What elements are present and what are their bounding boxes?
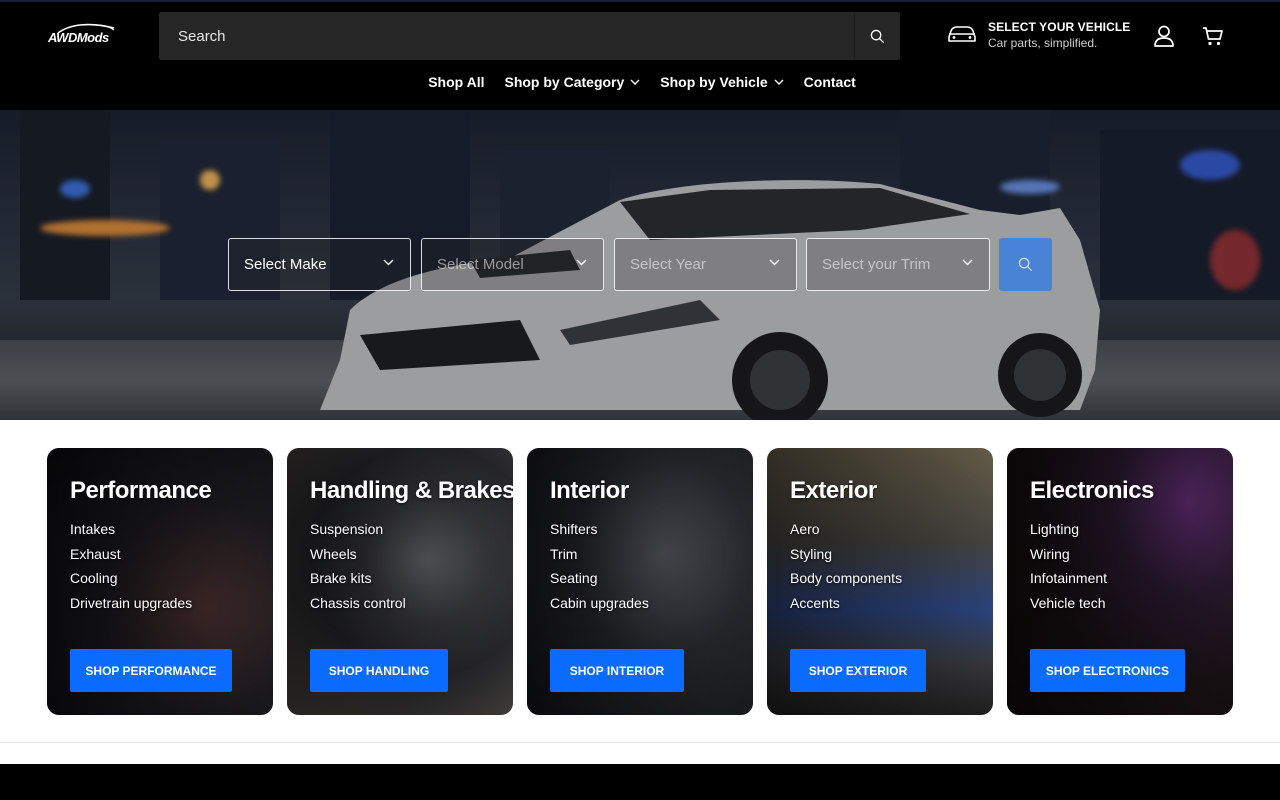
search-icon (870, 29, 885, 43)
card-list-item[interactable]: Brake kits (310, 569, 406, 594)
shop-performance-button[interactable]: SHOP PERFORMANCE (70, 649, 232, 692)
search-icon (1018, 257, 1033, 272)
card-list-item[interactable]: Styling (790, 545, 902, 570)
category-card-interior[interactable]: Interior Shifters Trim Seating Cabin upg… (527, 448, 753, 715)
card-list-item[interactable]: Suspension (310, 520, 406, 545)
card-list: Lighting Wiring Infotainment Vehicle tec… (1030, 520, 1107, 618)
card-list-item[interactable]: Drivetrain upgrades (70, 594, 192, 619)
card-list-item[interactable]: Body components (790, 569, 902, 594)
card-list-item[interactable]: Wheels (310, 545, 406, 570)
nav-shop-by-vehicle[interactable]: Shop by Vehicle (650, 70, 793, 94)
search-input[interactable] (159, 12, 849, 60)
card-title: Electronics (1030, 477, 1154, 504)
section-divider (0, 742, 1280, 743)
nav-contact[interactable]: Contact (794, 70, 866, 94)
nav-shop-all-label: Shop All (428, 74, 485, 90)
chevron-down-icon (383, 259, 394, 266)
category-card-electronics[interactable]: Electronics Lighting Wiring Infotainment… (1007, 448, 1233, 715)
select-trim[interactable]: Select your Trim (806, 238, 990, 291)
card-list-item[interactable]: Infotainment (1030, 569, 1107, 594)
shop-handling-button[interactable]: SHOP HANDLING (310, 649, 448, 692)
card-list-item[interactable]: Aero (790, 520, 902, 545)
select-vehicle-title: SELECT YOUR VEHICLE (988, 20, 1131, 34)
select-model[interactable]: Select Model (421, 238, 604, 291)
nav-contact-label: Contact (803, 74, 856, 90)
cart-icon[interactable] (1201, 24, 1225, 48)
chevron-down-icon (774, 79, 784, 85)
brand-logo[interactable]: AWDMods (48, 23, 120, 46)
card-list-item[interactable]: Intakes (70, 520, 192, 545)
select-vehicle-widget[interactable]: SELECT YOUR VEHICLE Car parts, simplifie… (946, 19, 1130, 53)
select-year[interactable]: Select Year (614, 238, 797, 291)
card-list-item[interactable]: Seating (550, 569, 649, 594)
select-year-label: Select Year (630, 256, 706, 273)
chevron-down-icon (769, 259, 780, 266)
chevron-down-icon (630, 79, 640, 85)
nav-shop-by-vehicle-label: Shop by Vehicle (660, 74, 768, 90)
card-list-item[interactable]: Chassis control (310, 594, 406, 619)
main-nav: Shop All Shop by Category Shop by Vehicl… (0, 70, 1280, 94)
card-list-item[interactable]: Lighting (1030, 520, 1107, 545)
card-list: Aero Styling Body components Accents (790, 520, 902, 618)
card-title: Interior (550, 477, 629, 504)
select-make[interactable]: Select Make (228, 238, 411, 291)
select-vehicle-subtitle: Car parts, simplified. (988, 36, 1098, 50)
logo-text: AWDMods (48, 30, 109, 45)
card-title: Exterior (790, 477, 877, 504)
account-icon[interactable] (1152, 24, 1176, 48)
footer-band (0, 764, 1280, 800)
card-list-item[interactable]: Cooling (70, 569, 192, 594)
select-make-label: Select Make (244, 256, 327, 273)
car-icon (948, 26, 976, 42)
shop-electronics-button[interactable]: SHOP ELECTRONICS (1030, 649, 1185, 692)
category-section: Performance Intakes Exhaust Cooling Driv… (0, 420, 1280, 743)
chevron-down-icon (576, 259, 587, 266)
category-card-handling[interactable]: Handling & Brakes Suspension Wheels Brak… (287, 448, 513, 715)
card-list-item[interactable]: Cabin upgrades (550, 594, 649, 619)
chevron-down-icon (962, 259, 973, 266)
select-model-label: Select Model (437, 256, 524, 273)
card-list: Suspension Wheels Brake kits Chassis con… (310, 520, 406, 618)
card-title: Performance (70, 477, 212, 504)
card-list-item[interactable]: Accents (790, 594, 902, 619)
shop-interior-button[interactable]: SHOP INTERIOR (550, 649, 684, 692)
nav-shop-by-category[interactable]: Shop by Category (494, 70, 650, 94)
nav-shop-by-category-label: Shop by Category (504, 74, 625, 90)
vehicle-search-button[interactable] (999, 238, 1052, 291)
card-list: Shifters Trim Seating Cabin upgrades (550, 520, 649, 618)
shop-exterior-button[interactable]: SHOP EXTERIOR (790, 649, 926, 692)
category-card-performance[interactable]: Performance Intakes Exhaust Cooling Driv… (47, 448, 273, 715)
site-header: AWDMods SELECT YOUR VEHICLE Car parts, s… (0, 0, 1280, 110)
select-trim-label: Select your Trim (822, 256, 931, 273)
hero-banner: Select Make Select Model Select Year Sel… (0, 110, 1280, 420)
nav-shop-all[interactable]: Shop All (418, 70, 494, 94)
card-title: Handling & Brakes (310, 477, 513, 504)
card-list-item[interactable]: Shifters (550, 520, 649, 545)
card-list: Intakes Exhaust Cooling Drivetrain upgra… (70, 520, 192, 618)
category-card-exterior[interactable]: Exterior Aero Styling Body components Ac… (767, 448, 993, 715)
search-bar (159, 12, 900, 60)
search-button[interactable] (854, 12, 900, 60)
card-list-item[interactable]: Wiring (1030, 545, 1107, 570)
card-list-item[interactable]: Vehicle tech (1030, 594, 1107, 619)
card-list-item[interactable]: Exhaust (70, 545, 192, 570)
card-list-item[interactable]: Trim (550, 545, 649, 570)
